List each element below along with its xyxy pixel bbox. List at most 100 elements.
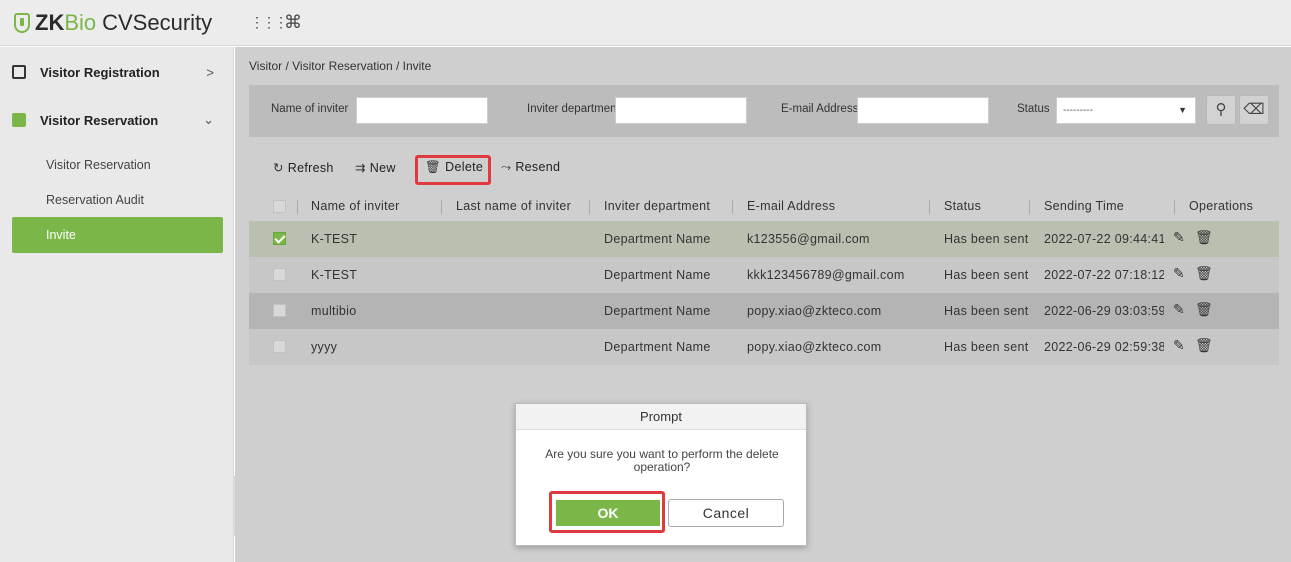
- resend-label: Resend: [515, 160, 561, 174]
- email-address-input[interactable]: [857, 97, 989, 124]
- row-checkbox[interactable]: [273, 304, 286, 317]
- refresh-button[interactable]: ↻ Refresh: [273, 160, 334, 175]
- filter-label-department: Inviter department: [527, 103, 620, 115]
- column-header[interactable]: Inviter department: [604, 199, 710, 213]
- dropdown-caret-icon: ▼: [1178, 105, 1187, 115]
- cell-sending-time: 2022-06-29 02:59:38.0: [1044, 340, 1164, 354]
- column-header[interactable]: Status: [944, 199, 981, 213]
- table-row[interactable]: K-TEST Department Name kkk123456789@gmai…: [249, 257, 1279, 293]
- filter-label-status: Status: [1017, 103, 1050, 115]
- sidebar-item-invite[interactable]: Invite: [12, 217, 223, 253]
- refresh-icon: ↻: [273, 161, 284, 175]
- shield-logo-icon: [14, 13, 30, 33]
- clear-button[interactable]: ⌫: [1239, 95, 1269, 125]
- filter-bar: Name of inviter Inviter department E-mai…: [249, 85, 1279, 137]
- filter-label-email: E-mail Address: [781, 103, 859, 115]
- brand-zk: ZK: [35, 10, 65, 35]
- cell-department: Department Name: [604, 268, 711, 282]
- cell-status: Has been sent: [944, 232, 1029, 246]
- cell-email: kkk123456789@gmail.com: [747, 268, 905, 282]
- column-header[interactable]: Name of inviter: [311, 199, 400, 213]
- cell-name: K-TEST: [311, 268, 358, 282]
- edit-icon[interactable]: ✎: [1173, 337, 1185, 354]
- column-divider: [1174, 200, 1175, 214]
- edit-icon[interactable]: ✎: [1173, 301, 1185, 318]
- status-select[interactable]: --------- ▼: [1056, 97, 1196, 124]
- filter-label-name: Name of inviter: [271, 103, 349, 115]
- sidebar-group-visitor-registration[interactable]: Visitor Registration >: [0, 61, 234, 83]
- cell-status: Has been sent: [944, 304, 1029, 318]
- sidebar-group-label: Visitor Registration: [40, 64, 160, 80]
- column-divider: [929, 200, 930, 214]
- command-icon[interactable]: ⌘: [284, 12, 302, 32]
- cell-email: popy.xiao@zkteco.com: [747, 304, 882, 318]
- trash-icon[interactable]: 🗑: [1195, 265, 1213, 282]
- refresh-label: Refresh: [287, 161, 334, 175]
- resend-icon: ⤳: [501, 160, 512, 174]
- cell-email: popy.xiao@zkteco.com: [747, 340, 882, 354]
- row-checkbox[interactable]: [273, 340, 286, 353]
- column-divider: [1029, 200, 1030, 214]
- cell-name: K-TEST: [311, 232, 358, 246]
- cell-department: Department Name: [604, 340, 711, 354]
- cell-sending-time: 2022-06-29 03:03:59.2: [1044, 304, 1164, 318]
- column-divider: [297, 200, 298, 214]
- column-header[interactable]: Operations: [1189, 199, 1253, 213]
- cancel-button[interactable]: Cancel: [668, 499, 784, 527]
- column-divider: [441, 200, 442, 214]
- sidebar-group-visitor-reservation[interactable]: Visitor Reservation ⌄: [0, 109, 234, 131]
- column-divider: [589, 200, 590, 214]
- dialog-title: Prompt: [516, 404, 806, 430]
- search-button[interactable]: ⚲: [1206, 95, 1236, 125]
- table-row[interactable]: multibio Department Name popy.xiao@zktec…: [249, 293, 1279, 329]
- column-header[interactable]: Last name of inviter: [456, 199, 571, 213]
- trash-icon[interactable]: 🗑: [1195, 301, 1213, 318]
- trash-icon[interactable]: 🗑: [1195, 337, 1213, 354]
- cell-status: Has been sent: [944, 340, 1029, 354]
- row-checkbox[interactable]: [273, 232, 286, 245]
- cell-name: yyyy: [311, 340, 338, 354]
- ok-highlight-box: [549, 491, 665, 533]
- row-checkbox[interactable]: [273, 268, 286, 281]
- resend-button[interactable]: ⤳ Resend: [501, 160, 560, 175]
- chevron-right-icon: >: [206, 64, 214, 80]
- column-header[interactable]: Sending Time: [1044, 199, 1124, 213]
- reservation-icon: [12, 113, 26, 127]
- cell-department: Department Name: [604, 232, 711, 246]
- edit-icon[interactable]: ✎: [1173, 229, 1185, 246]
- inviter-department-input[interactable]: [615, 97, 747, 124]
- cell-name: multibio: [311, 304, 357, 318]
- delete-highlight-box: [415, 155, 491, 185]
- table-header: Name of inviter Last name of inviter Inv…: [249, 191, 1279, 221]
- apps-grid-icon[interactable]: ⋮⋮⋮: [250, 12, 288, 32]
- table-row[interactable]: yyyy Department Name popy.xiao@zkteco.co…: [249, 329, 1279, 365]
- sidebar-item-visitor-reservation[interactable]: Visitor Reservation: [12, 147, 223, 183]
- new-icon: ⇉: [355, 161, 366, 175]
- column-header[interactable]: E-mail Address: [747, 199, 835, 213]
- eraser-icon: ⌫: [1243, 101, 1265, 118]
- select-all-checkbox[interactable]: [273, 200, 286, 213]
- breadcrumb: Visitor / Visitor Reservation / Invite: [249, 59, 432, 73]
- new-button[interactable]: ⇉ New: [355, 160, 396, 175]
- brand-name: CVSecurity: [102, 10, 213, 35]
- cell-sending-time: 2022-07-22 07:18:12.1: [1044, 268, 1164, 282]
- status-select-value: ---------: [1063, 105, 1093, 116]
- trash-icon[interactable]: 🗑: [1195, 229, 1213, 246]
- sidebar-item-reservation-audit[interactable]: Reservation Audit: [12, 182, 223, 218]
- top-header: ZK Bio CVSecurity ⋮⋮⋮ ⌘: [0, 0, 1291, 46]
- table-row[interactable]: K-TEST Department Name k123556@gmail.com…: [249, 221, 1279, 257]
- name-of-inviter-input[interactable]: [356, 97, 488, 124]
- app-logo[interactable]: ZK Bio CVSecurity: [14, 8, 212, 38]
- chevron-down-icon: ⌄: [203, 112, 214, 127]
- toolbar: ↻ Refresh ⇉ New 🗑 Delete ⤳ Resend: [249, 153, 1279, 185]
- cell-status: Has been sent: [944, 268, 1029, 282]
- edit-icon[interactable]: ✎: [1173, 265, 1185, 282]
- cell-department: Department Name: [604, 304, 711, 318]
- registration-icon: [12, 65, 26, 79]
- dialog-message: Are you sure you want to perform the del…: [545, 447, 779, 474]
- sidebar: Visitor Registration > Visitor Reservati…: [0, 47, 234, 562]
- brand-bio: Bio: [64, 10, 97, 35]
- cell-email: k123556@gmail.com: [747, 232, 870, 246]
- cell-sending-time: 2022-07-22 09:44:41.3: [1044, 232, 1164, 246]
- search-icon: ⚲: [1215, 101, 1227, 118]
